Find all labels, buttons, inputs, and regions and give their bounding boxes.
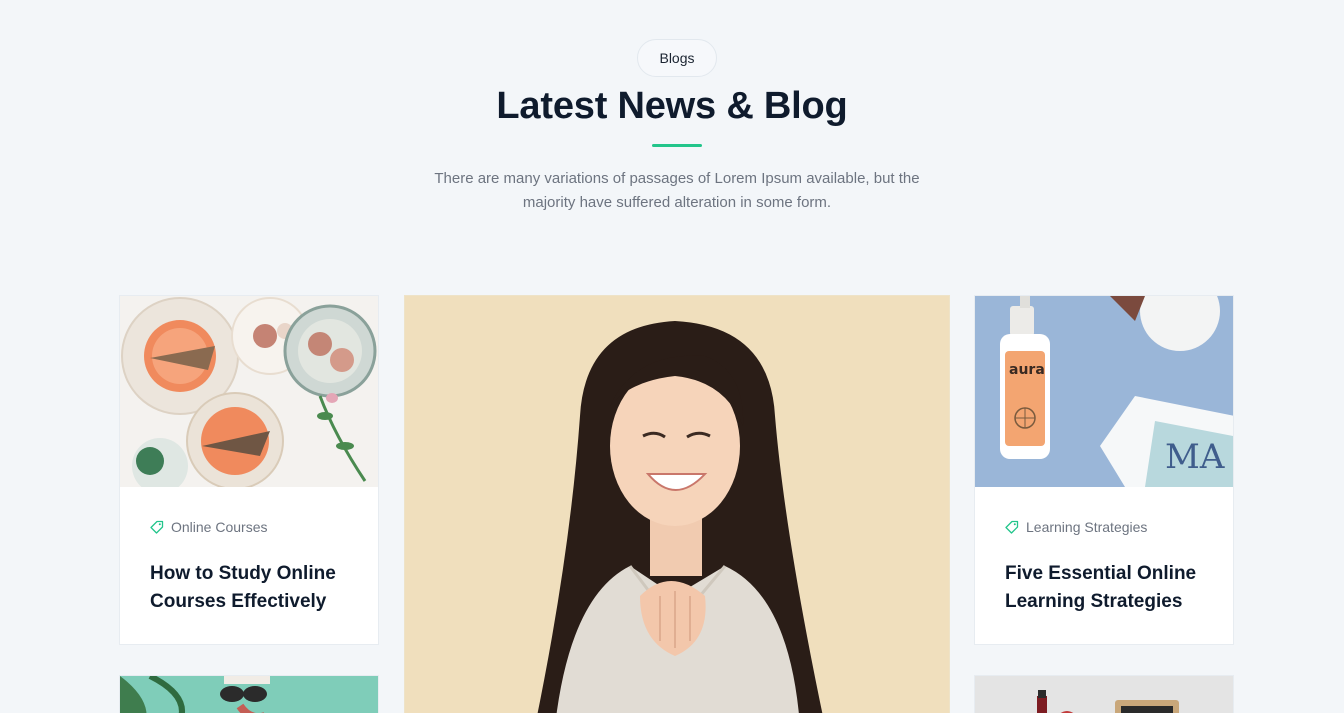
featured-post-image[interactable] xyxy=(404,295,950,713)
tag-icon xyxy=(1005,520,1019,534)
post-category-label: Learning Strategies xyxy=(1026,519,1148,535)
svg-text:MA: MA xyxy=(1165,437,1225,477)
blog-card[interactable]: Online Courses How to Study Online Cours… xyxy=(119,295,379,645)
post-category[interactable]: Learning Strategies xyxy=(1005,519,1147,535)
post-category-label: Online Courses xyxy=(171,519,268,535)
section-badge: Blogs xyxy=(637,39,717,77)
post-title[interactable]: How to Study Online Courses Effectively xyxy=(150,560,360,616)
post-image[interactable] xyxy=(120,296,378,487)
blog-card[interactable]: MA aura Learning Strategies Five Essenti… xyxy=(974,295,1234,645)
post-image[interactable] xyxy=(119,675,379,713)
section-title: Latest News & Blog xyxy=(496,85,848,127)
section-description: There are many variations of passages of… xyxy=(434,170,920,211)
svg-text:aura: aura xyxy=(1009,362,1045,378)
title-underline xyxy=(652,144,702,147)
post-image[interactable]: MA aura xyxy=(975,296,1233,487)
post-image[interactable] xyxy=(974,675,1234,713)
post-title[interactable]: Five Essential Online Learning Strategie… xyxy=(1005,560,1215,616)
post-category[interactable]: Online Courses xyxy=(150,519,268,535)
tag-icon xyxy=(150,520,164,534)
